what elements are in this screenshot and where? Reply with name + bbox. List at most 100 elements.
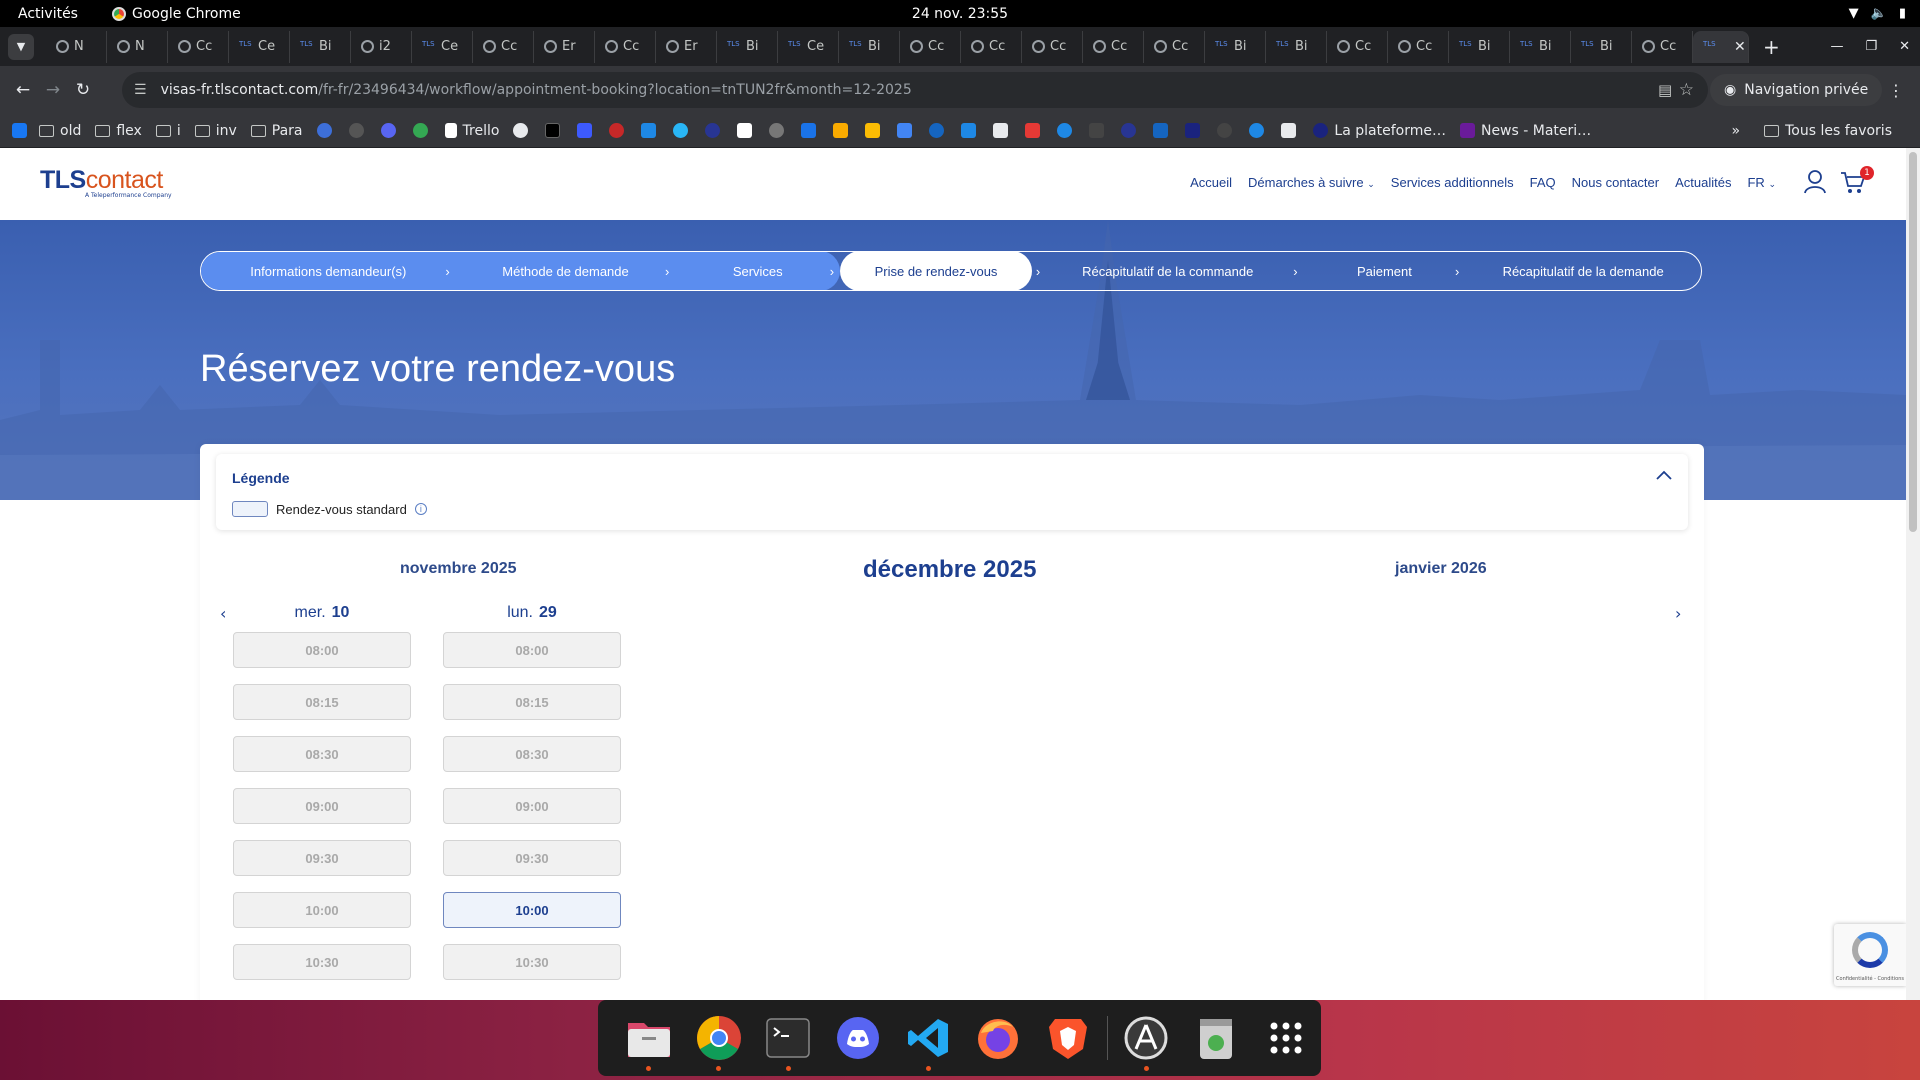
language-selector[interactable]: FR ⌄ xyxy=(1747,175,1776,190)
tab-item[interactable]: TLS Bi xyxy=(290,30,351,63)
tab-item[interactable]: N xyxy=(107,30,168,63)
time-slot-unavailable[interactable]: 10:30 xyxy=(233,944,411,980)
time-slot-unavailable[interactable]: 09:30 xyxy=(443,840,621,876)
step-prise-de-rendez-vous[interactable]: Prise de rendez-vous xyxy=(840,252,1032,290)
bookmark-icon[interactable] xyxy=(673,123,689,138)
app-menu[interactable]: Google Chrome xyxy=(112,6,241,22)
bookmark-trello[interactable]: Trello xyxy=(444,123,499,139)
tab-item[interactable]: Er xyxy=(534,30,595,63)
next-days-icon[interactable]: › xyxy=(1675,604,1681,623)
nav-services-additionnels[interactable]: Services additionnels xyxy=(1391,175,1514,190)
dock-trash[interactable] xyxy=(1181,1000,1251,1076)
tab-item[interactable]: Er xyxy=(656,30,717,63)
tab-search-button[interactable]: ▼ xyxy=(8,33,34,60)
bookmark-icon[interactable] xyxy=(1153,123,1169,138)
time-slot-unavailable[interactable]: 08:00 xyxy=(443,632,621,668)
forward-button[interactable]: → xyxy=(38,80,68,100)
bookmark-icon[interactable] xyxy=(961,123,977,138)
tab-item[interactable]: TLS Bi xyxy=(717,30,778,63)
site-info-icon[interactable]: ☰ xyxy=(134,82,147,98)
tab-item[interactable]: TLS Bi xyxy=(1510,30,1571,63)
time-slot-unavailable[interactable]: 08:15 xyxy=(233,684,411,720)
page-scrollbar[interactable] xyxy=(1906,148,1920,1000)
step-paiement[interactable]: Paiement › xyxy=(1304,252,1466,290)
bookmark-icon[interactable] xyxy=(348,123,364,138)
tab-item[interactable]: Cc xyxy=(595,30,656,63)
analytics-icon[interactable] xyxy=(833,123,849,138)
bookmark-icon[interactable] xyxy=(316,123,332,138)
nav-accueil[interactable]: Accueil xyxy=(1190,175,1232,190)
time-slot-unavailable[interactable]: 09:00 xyxy=(443,788,621,824)
month-previous[interactable]: novembre 2025 xyxy=(400,560,517,578)
close-window-button[interactable]: ✕ xyxy=(1899,39,1910,54)
nav-demarches[interactable]: Démarches à suivre ⌄ xyxy=(1248,175,1375,190)
bookmark-icon[interactable] xyxy=(513,123,529,138)
bookmark-folder-inv[interactable]: inv xyxy=(194,123,237,139)
time-slot-unavailable[interactable]: 08:30 xyxy=(233,736,411,772)
bookmark-icon[interactable] xyxy=(897,123,913,138)
bookmark-icon[interactable] xyxy=(1281,123,1297,138)
tab-item[interactable]: TLS Bi xyxy=(1449,30,1510,63)
time-slot-unavailable[interactable]: 08:15 xyxy=(443,684,621,720)
dock-firefox[interactable] xyxy=(963,1000,1033,1076)
bookmark-icon[interactable] xyxy=(1185,123,1201,138)
dock-chrome[interactable] xyxy=(684,1000,754,1076)
time-slot-unavailable[interactable]: 08:30 xyxy=(443,736,621,772)
bookmark-folder-para[interactable]: Para xyxy=(250,123,303,139)
tab-item[interactable]: TLS Ce xyxy=(412,30,473,63)
bookmark-icon[interactable] xyxy=(1121,123,1137,138)
bookmark-icon[interactable] xyxy=(993,123,1009,138)
system-tray[interactable]: ▼ 🔈 ▮ xyxy=(1849,6,1906,21)
nav-actualites[interactable]: Actualités xyxy=(1675,175,1731,190)
tab-item[interactable]: TLS Bi xyxy=(1266,30,1327,63)
bookmark-folder-old[interactable]: old xyxy=(39,123,81,139)
tab-item[interactable]: TLS Bi xyxy=(839,30,900,63)
chevron-up-icon[interactable] xyxy=(1656,468,1672,484)
facebook-icon[interactable] xyxy=(12,123,27,138)
tab-item[interactable]: Cc xyxy=(900,30,961,63)
user-account-icon[interactable] xyxy=(1804,170,1826,194)
scrollbar-thumb[interactable] xyxy=(1909,152,1917,532)
maximize-button[interactable]: ❐ xyxy=(1865,39,1877,54)
bookmark-news[interactable]: News - Materi… xyxy=(1459,123,1591,139)
dock-show-apps[interactable] xyxy=(1251,1000,1321,1076)
new-tab-button[interactable]: + xyxy=(1763,35,1780,59)
bookmark-icon[interactable] xyxy=(1249,123,1265,138)
tab-item[interactable]: Cc xyxy=(1144,30,1205,63)
bookmark-folder-i[interactable]: i xyxy=(155,123,181,139)
address-bar[interactable]: ☰ visas-fr.tlscontact.com/fr-fr/23496434… xyxy=(122,72,1708,108)
bookmark-icon[interactable] xyxy=(737,123,753,138)
reload-button[interactable]: ↻ xyxy=(68,80,98,100)
step-methode[interactable]: Méthode de demande › xyxy=(455,252,676,290)
bookmark-icon[interactable] xyxy=(705,123,721,138)
bookmark-icon[interactable] xyxy=(801,123,817,138)
bookmark-icon[interactable] xyxy=(545,123,561,138)
step-informations[interactable]: Informations demandeur(s) › xyxy=(201,252,456,290)
tab-item[interactable]: Cc xyxy=(473,30,534,63)
step-recap-demande[interactable]: Récapitulatif de la demande xyxy=(1465,252,1701,290)
tab-item[interactable]: Cc xyxy=(1327,30,1388,63)
incognito-badge[interactable]: ◉ Navigation privée xyxy=(1710,74,1883,106)
step-recap-commande[interactable]: › Récapitulatif de la commande › xyxy=(1032,252,1304,290)
time-slot-available[interactable]: 10:00 xyxy=(443,892,621,928)
bookmark-folder-flex[interactable]: flex xyxy=(95,123,142,139)
bookmark-star-icon[interactable]: ☆ xyxy=(1679,80,1694,100)
time-slot-unavailable[interactable]: 08:00 xyxy=(233,632,411,668)
recaptcha-badge[interactable]: Confidentialité - Conditions xyxy=(1834,924,1906,986)
bookmark-plateforme[interactable]: La plateforme… xyxy=(1313,123,1446,139)
tlscontact-logo[interactable]: TLScontact A Teleperformance Company xyxy=(40,166,172,199)
nav-nous-contacter[interactable]: Nous contacter xyxy=(1572,175,1659,190)
dock-brave[interactable] xyxy=(1033,1000,1103,1076)
back-button[interactable]: ← xyxy=(8,80,38,100)
step-services[interactable]: Services › xyxy=(675,252,841,290)
more-bookmarks-icon[interactable]: » xyxy=(1732,123,1741,139)
bookmark-icon[interactable] xyxy=(1057,123,1073,138)
tab-item[interactable]: N xyxy=(46,30,107,63)
tab-item[interactable]: i2 xyxy=(351,30,412,63)
activities-button[interactable]: Activités xyxy=(0,6,112,22)
dock-vscode[interactable] xyxy=(893,1000,963,1076)
chrome-menu-icon[interactable]: ⋮ xyxy=(1888,81,1904,100)
tab-item[interactable]: TLS Bi xyxy=(1205,30,1266,63)
dock-discord[interactable] xyxy=(823,1000,893,1076)
tab-item[interactable]: Cc xyxy=(1632,30,1693,63)
